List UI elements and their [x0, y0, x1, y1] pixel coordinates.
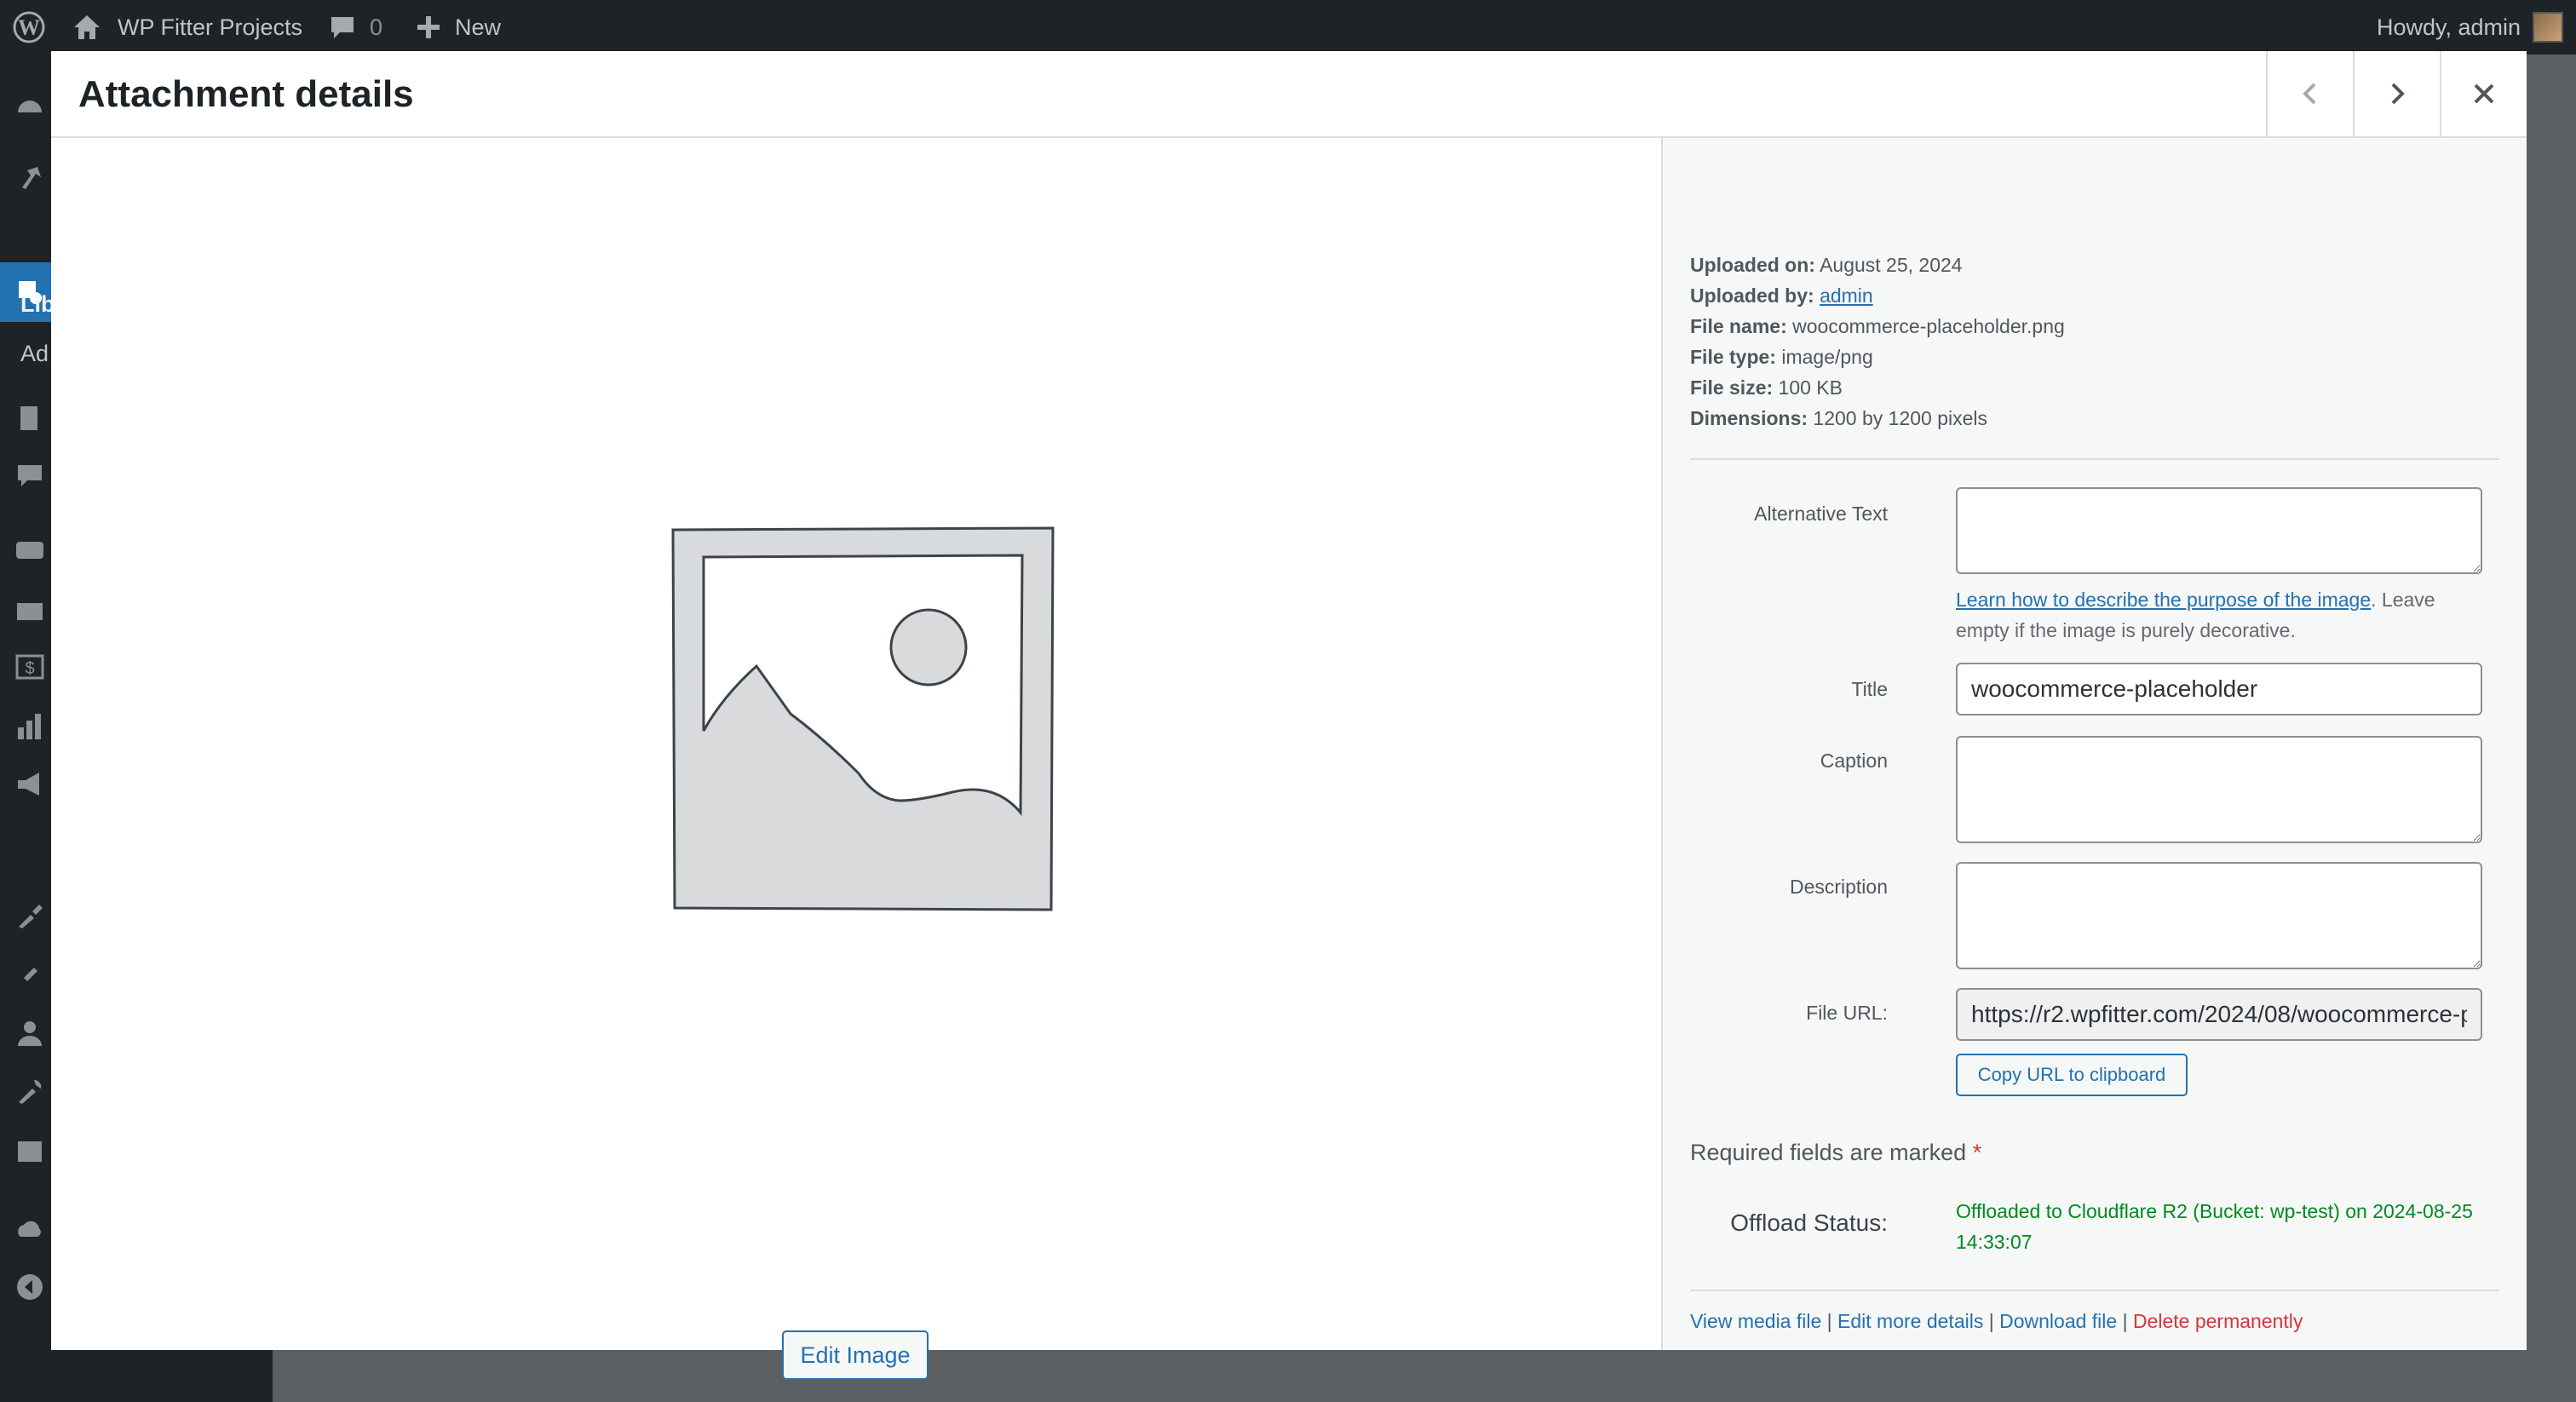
- next-attachment-button[interactable]: [2353, 51, 2440, 136]
- dimensions-label: Dimensions:: [1690, 407, 1808, 429]
- pages-icon[interactable]: [15, 404, 44, 433]
- avatar: [2533, 12, 2564, 43]
- dimensions: Dimensions: 1200 by 1200 pixels: [1690, 407, 1987, 430]
- svg-text:$: $: [25, 659, 34, 678]
- settings-icon[interactable]: [15, 1136, 44, 1165]
- site-name: WP Fitter Projects: [118, 14, 303, 40]
- uploaded-on-value: August 25, 2024: [1820, 254, 1963, 276]
- description-field[interactable]: [1956, 862, 2482, 969]
- uploaded-by-label: Uploaded by:: [1690, 284, 1814, 307]
- sidebar-item-add[interactable]: Ad: [20, 341, 49, 367]
- dimensions-value: 1200 by 1200 pixels: [1813, 407, 1988, 429]
- alt-text-help-link[interactable]: Learn how to describe the purpose of the…: [1956, 589, 2371, 611]
- edit-image-button[interactable]: Edit Image: [782, 1330, 929, 1380]
- file-type-label: File type:: [1690, 346, 1776, 368]
- file-type: File type: image/png: [1690, 346, 1873, 369]
- required-star: *: [1972, 1140, 1982, 1165]
- posts-icon[interactable]: [15, 164, 44, 192]
- woocommerce-icon[interactable]: [15, 537, 44, 566]
- close-modal-button[interactable]: [2440, 51, 2527, 136]
- close-icon: [2474, 83, 2494, 104]
- edit-more-details-link[interactable]: Edit more details: [1837, 1310, 1983, 1332]
- modal-header: Attachment details: [51, 51, 2527, 138]
- file-name: File name: woocommerce-placeholder.png: [1690, 315, 2065, 338]
- comments-count: 0: [370, 14, 383, 40]
- attachment-info-panel: Uploaded on: August 25, 2024 Uploaded by…: [1661, 138, 2527, 1350]
- dashboard-icon[interactable]: [15, 92, 44, 121]
- uploaded-on: Uploaded on: August 25, 2024: [1690, 254, 1963, 277]
- analytics-icon[interactable]: [15, 712, 44, 741]
- offload-status-value: Offloaded to Cloudflare R2 (Bucket: wp-t…: [1956, 1200, 2473, 1253]
- caption-label: Caption: [1820, 750, 1888, 772]
- attachment-details-modal: Attachment details Edit Image Uploaded o…: [51, 51, 2527, 1380]
- attachment-media-view: Edit Image: [51, 138, 1661, 1380]
- comments-menu-icon[interactable]: [15, 462, 44, 491]
- appearance-icon[interactable]: [15, 901, 44, 930]
- separator: |: [1988, 1310, 1994, 1332]
- file-size: File size: 100 KB: [1690, 376, 1843, 399]
- delete-permanently-link[interactable]: Delete permanently: [2133, 1310, 2303, 1332]
- plus-icon: [417, 16, 440, 38]
- modal-title: Attachment details: [78, 73, 414, 115]
- alt-text-label: Alternative Text: [1754, 503, 1888, 525]
- download-file-link[interactable]: Download file: [1999, 1310, 2117, 1332]
- marketing-icon[interactable]: [15, 770, 44, 799]
- alt-text-field[interactable]: [1956, 487, 2482, 574]
- divider-bottom: [1690, 1290, 2499, 1291]
- description-label: Description: [1789, 876, 1888, 898]
- tools-icon[interactable]: [15, 1077, 44, 1106]
- plugins-icon[interactable]: [15, 961, 44, 990]
- title-label: Title: [1851, 678, 1888, 700]
- uploaded-by: Uploaded by: admin: [1690, 284, 1873, 307]
- my-account-link[interactable]: Howdy, admin: [2377, 0, 2564, 55]
- file-url-field[interactable]: [1956, 988, 2482, 1041]
- new-label: New: [455, 14, 502, 40]
- chevron-right-icon: [2391, 83, 2405, 105]
- previous-attachment-button[interactable]: [2266, 51, 2353, 136]
- file-size-label: File size:: [1690, 376, 1774, 399]
- alt-text-help: Learn how to describe the purpose of the…: [1956, 584, 2493, 646]
- caption-field[interactable]: [1956, 736, 2482, 843]
- home-icon: [74, 15, 100, 39]
- new-content-link[interactable]: New: [416, 0, 501, 55]
- file-type-value: image/png: [1781, 346, 1873, 368]
- image-placeholder-icon: [671, 526, 1055, 911]
- uploaded-by-link[interactable]: admin: [1820, 284, 1873, 307]
- divider: [1690, 458, 2499, 460]
- offload-status-label: Offload Status:: [1730, 1210, 1888, 1236]
- svg-text:W: W: [18, 15, 40, 40]
- copy-url-button[interactable]: Copy URL to clipboard: [1956, 1054, 2188, 1096]
- separator: |: [2122, 1310, 2128, 1332]
- site-name-link[interactable]: WP Fitter Projects: [72, 0, 302, 55]
- payments-icon[interactable]: $: [15, 652, 44, 681]
- users-icon[interactable]: [15, 1019, 44, 1048]
- admin-bar: W WP Fitter Projects 0 New Howdy, admin: [0, 0, 2576, 55]
- chevron-left-icon: [2303, 83, 2316, 105]
- comments-link[interactable]: 0: [329, 0, 382, 55]
- products-icon[interactable]: [15, 596, 44, 625]
- view-media-file-link[interactable]: View media file: [1690, 1310, 1821, 1332]
- wordpress-logo-button[interactable]: W: [12, 0, 46, 55]
- file-name-label: File name:: [1690, 315, 1787, 337]
- wordpress-icon: W: [13, 11, 45, 43]
- file-name-value: woocommerce-placeholder.png: [1792, 315, 2065, 337]
- required-note-text: Required fields are marked: [1690, 1140, 1967, 1165]
- file-size-value: 100 KB: [1778, 376, 1843, 399]
- comment-icon: [331, 17, 354, 38]
- attachment-actions: View media file | Edit more details | Do…: [1690, 1310, 2303, 1333]
- collapse-menu-icon[interactable]: [15, 1273, 44, 1301]
- file-url-label: File URL:: [1806, 1002, 1888, 1024]
- separator: |: [1826, 1310, 1832, 1332]
- sidebar-item-library[interactable]: Lib: [20, 291, 55, 318]
- title-field[interactable]: [1956, 663, 2482, 715]
- cloud-offload-icon[interactable]: [15, 1215, 44, 1244]
- uploaded-on-label: Uploaded on:: [1690, 254, 1815, 276]
- required-fields-note: Required fields are marked *: [1690, 1140, 1981, 1166]
- howdy-text: Howdy, admin: [2377, 14, 2521, 40]
